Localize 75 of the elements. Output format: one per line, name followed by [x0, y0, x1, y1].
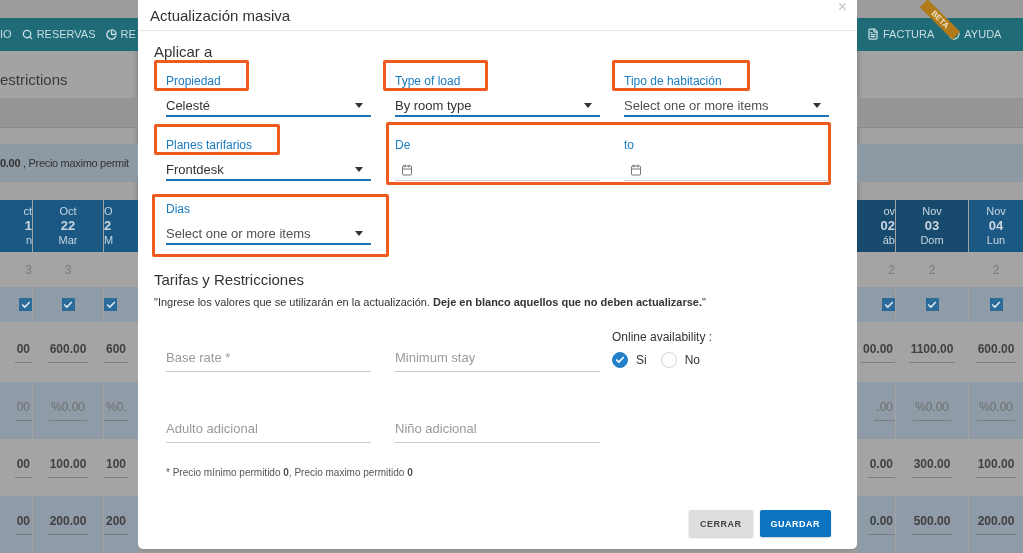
rate-value[interactable]: 1100.00 — [908, 341, 956, 363]
radio-button[interactable] — [612, 352, 628, 368]
select-field[interactable]: Celesté — [166, 95, 371, 117]
month-label: Nov — [986, 205, 1006, 219]
checkbox[interactable] — [989, 298, 1003, 311]
document-icon — [867, 28, 879, 41]
caret-icon — [813, 102, 821, 108]
field-label: Type of load — [395, 74, 461, 88]
close-button[interactable]: CERRAR — [689, 510, 753, 537]
save-button[interactable]: GUARDAR — [759, 510, 831, 537]
calendar-icon — [630, 163, 642, 176]
caret-icon — [355, 230, 363, 236]
rate-value[interactable]: 100.00 — [975, 457, 1017, 478]
dialog-title: Actualización masiva — [150, 6, 291, 24]
day-number: 02 — [880, 218, 895, 234]
rate-value[interactable]: 0.00 — [867, 457, 895, 478]
radio-option[interactable]: Si — [612, 352, 647, 368]
checkbox[interactable] — [925, 298, 939, 311]
nav-link[interactable]: IO — [0, 28, 12, 41]
field-label: Propiedad — [166, 74, 221, 88]
day-number: 2 — [104, 218, 112, 234]
weekday-label: Lun — [986, 233, 1006, 247]
check-icon — [615, 355, 625, 365]
rate-value[interactable]: 100 — [104, 457, 129, 478]
month-label: ct — [23, 205, 32, 219]
field-label: to — [624, 138, 635, 152]
day-number: 04 — [988, 218, 1004, 234]
field-label: Tipo de habitación — [624, 74, 722, 88]
rate-value[interactable]: 00 — [14, 341, 32, 363]
checkbox[interactable] — [882, 298, 895, 311]
calendar-icon — [401, 163, 413, 176]
rate-value[interactable]: 600.00 — [47, 341, 89, 363]
checkbox[interactable] — [104, 298, 117, 311]
day-number: 1 — [24, 218, 32, 234]
weekday-label: n — [25, 233, 32, 247]
nav-link[interactable]: RE — [105, 28, 136, 41]
rate-value[interactable]: 00.00 — [860, 341, 895, 363]
instruction-text: "Ingrese los valores que se utilizarán en la actualización. Deje en blanco aquellos que no deben actualizarse." — [154, 296, 707, 308]
day-number: 22 — [60, 218, 76, 234]
rate-value[interactable]: 600 — [104, 341, 129, 363]
weekday-label: Mar — [58, 233, 78, 247]
select-field[interactable]: Frontdesk — [166, 159, 371, 181]
availability-label: Online availability : — [612, 330, 714, 344]
nav-link[interactable]: RESERVAS — [21, 28, 96, 41]
section-heading: Tarifas y Restricciones — [154, 271, 306, 288]
search-icon — [21, 28, 33, 40]
radio-option[interactable]: No — [660, 352, 700, 368]
rate-value[interactable]: 100.00 — [47, 457, 89, 478]
month-label: O — [104, 205, 113, 219]
field-label: Dias — [166, 202, 190, 216]
footnote-text: * Precio mínimo permitido 0, Precio maximo permitido 0 — [166, 467, 414, 478]
rate-value[interactable]: 300.00 — [911, 457, 953, 478]
notice-text: 0.00 , Precio maximo permit — [0, 143, 138, 183]
weekday-label: M — [104, 233, 114, 247]
month-label: ov — [883, 205, 895, 219]
checkbox[interactable] — [19, 298, 32, 311]
rate-value[interactable]: 00 — [14, 457, 32, 478]
day-number: 03 — [924, 218, 940, 234]
field-label: De — [395, 138, 412, 152]
select-field[interactable]: By room type — [395, 95, 600, 117]
caret-icon — [355, 102, 363, 108]
month-label: Nov — [922, 205, 942, 219]
pie-chart-icon — [105, 28, 117, 40]
weekday-label: áb — [882, 233, 895, 247]
field-label: Planes tarifarios — [166, 138, 253, 152]
page-title: estrictions — [0, 70, 68, 88]
select-field[interactable]: Select one or more items — [166, 223, 371, 245]
month-label: Oct — [59, 205, 77, 219]
section-heading: Aplicar a — [154, 43, 214, 60]
checkbox[interactable] — [61, 298, 75, 311]
rate-value[interactable]: 600.00 — [975, 341, 1017, 363]
caret-icon — [584, 102, 592, 108]
weekday-label: Dom — [920, 233, 944, 247]
select-field[interactable]: Select one or more items — [624, 95, 829, 117]
caret-icon — [355, 166, 363, 172]
